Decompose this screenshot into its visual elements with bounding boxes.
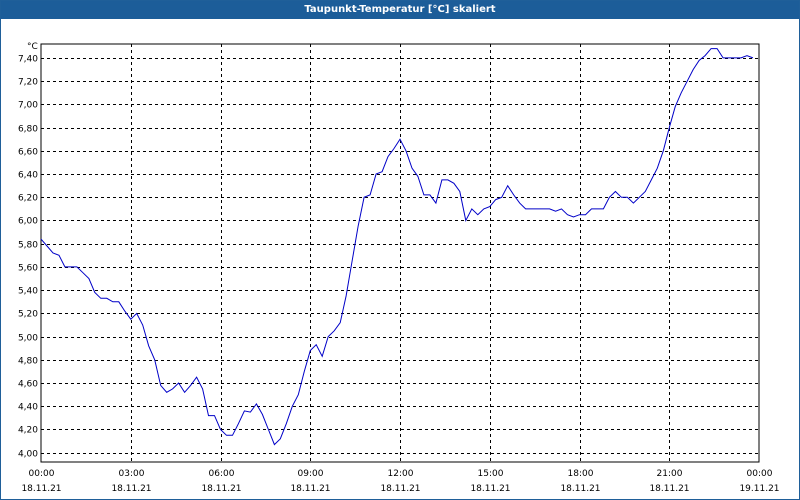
x-axis: 00:00 18.11.21 03:00 18.11.21 06:00 18.11.21 0…: [21, 469, 779, 494]
y-tick-label: 5,60: [18, 264, 38, 274]
y-tick-label: 4,60: [18, 380, 38, 390]
y-tick-label: 4,00: [18, 450, 38, 460]
y-tick-label: 6,80: [18, 125, 38, 135]
x-tick-time-label: 12:00: [388, 469, 414, 479]
y-tick-label: 5,20: [18, 310, 38, 320]
x-tick-time-label: 03:00: [119, 469, 145, 479]
x-tick-date-label: 18.11.21: [201, 484, 241, 494]
y-tick-label: 5,00: [18, 334, 38, 344]
x-tick-date-label: 18.11.21: [111, 484, 151, 494]
dewpoint-chart: 4,00 4,20 4,40 4,60 4,80 5,00 5,20 5,40 5,60 5,80…: [18, 42, 780, 494]
x-tick-time-label: 00:00: [747, 469, 773, 479]
y-tick-label: 7,20: [18, 78, 38, 88]
y-tick-label: 4,80: [18, 357, 38, 367]
chart-window: Taupunkt-Temperatur [°C] skaliert 4,00 4,…: [0, 0, 800, 500]
x-tick-time-label: 00:00: [29, 469, 55, 479]
x-tick-date-label: 18.11.21: [380, 484, 420, 494]
series-line-dewpoint: [40, 48, 754, 446]
x-tick-time-label: 21:00: [657, 469, 683, 479]
x-tick-date-label: 18.11.21: [21, 484, 61, 494]
y-axis-unit-label: °C: [27, 42, 38, 52]
x-tick-date-label: 18.11.21: [649, 484, 689, 494]
y-tick-label: 6,40: [18, 171, 38, 181]
y-tick-label: 7,00: [18, 101, 38, 111]
y-tick-label: 4,40: [18, 403, 38, 413]
y-axis: 4,00 4,20 4,40 4,60 4,80 5,00 5,20 5,40 5,60 5,80…: [18, 55, 38, 460]
x-tick-time-label: 18:00: [568, 469, 594, 479]
y-tick-label: 5,40: [18, 287, 38, 297]
y-tick-label: 6,20: [18, 194, 38, 204]
x-tick-time-label: 06:00: [209, 469, 235, 479]
x-tick-time-label: 15:00: [478, 469, 504, 479]
x-tick-date-label: 18.11.21: [290, 484, 330, 494]
grid: [40, 43, 760, 463]
y-tick-label: 7,40: [18, 55, 38, 65]
y-tick-label: 6,00: [18, 217, 38, 227]
x-tick-date-label: 18.11.21: [560, 484, 600, 494]
window-title: Taupunkt-Temperatur [°C] skaliert: [1, 1, 799, 19]
y-tick-label: 5,80: [18, 241, 38, 251]
y-tick-label: 6,60: [18, 148, 38, 158]
x-tick-date-label: 18.11.21: [470, 484, 510, 494]
x-tick-date-label: 19.11.21: [739, 484, 779, 494]
y-tick-label: 4,20: [18, 426, 38, 436]
x-tick-time-label: 09:00: [298, 469, 324, 479]
